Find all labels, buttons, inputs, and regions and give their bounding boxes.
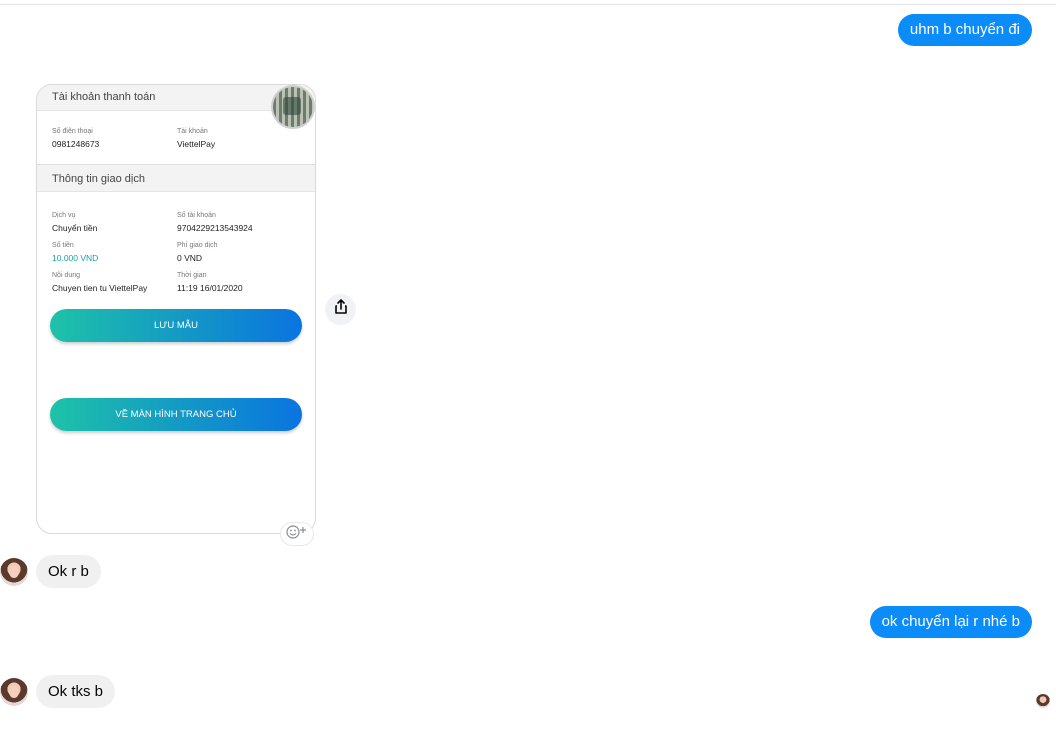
fee-label: Phí giao dịch [177,242,218,249]
share-button[interactable] [325,294,356,325]
content-value: Chuyen tien tu ViettelPay [52,283,148,293]
account-number-value: 9704229213543924 [177,223,253,233]
time-label: Thời gian [177,272,207,279]
banknote-thumbnail [271,85,315,129]
amount-label: Số tiền [52,242,74,249]
contact-avatar[interactable] [0,678,28,706]
fee-value: 0 VND [177,253,203,263]
message-outgoing[interactable]: ok chuyển lại r nhé b [869,606,1032,638]
message-incoming[interactable]: Ok r b [36,555,101,588]
message-outgoing[interactable]: uhm b chuyển đi [897,14,1032,46]
service-value: Chuyển tiền [52,223,98,233]
receipt-transaction-header: Thông tin giao dịch [37,164,315,192]
transaction-receipt-image[interactable]: Tài khoản thanh toán Số điện thoại 09812… [36,84,316,534]
seen-indicator-avatar [1036,694,1050,708]
add-reaction-icon [285,524,309,545]
save-template-button: LƯU MẪU [50,309,302,342]
time-value: 11:19 16/01/2020 [177,283,243,293]
phone-value: 0981248673 [52,139,100,149]
phone-label: Số điện thoại [52,128,93,135]
add-reaction-button[interactable] [280,522,314,546]
content-label: Nội dung [52,272,81,279]
account-label: Tài khoản [177,128,208,135]
account-value: ViettelPay [177,139,216,149]
amount-value: 10.000 VND [52,253,99,263]
home-screen-button: VỀ MÀN HÌNH TRANG CHỦ [50,398,302,431]
service-label: Dịch vụ [52,212,76,219]
chat-conversation: uhm b chuyển đi Tài khoản thanh toán Số … [0,0,1056,729]
divider [0,4,1056,5]
account-number-label: Số tài khoản [177,212,216,219]
message-incoming[interactable]: Ok tks b [36,675,116,708]
share-icon [333,299,349,320]
contact-avatar[interactable] [0,558,28,586]
